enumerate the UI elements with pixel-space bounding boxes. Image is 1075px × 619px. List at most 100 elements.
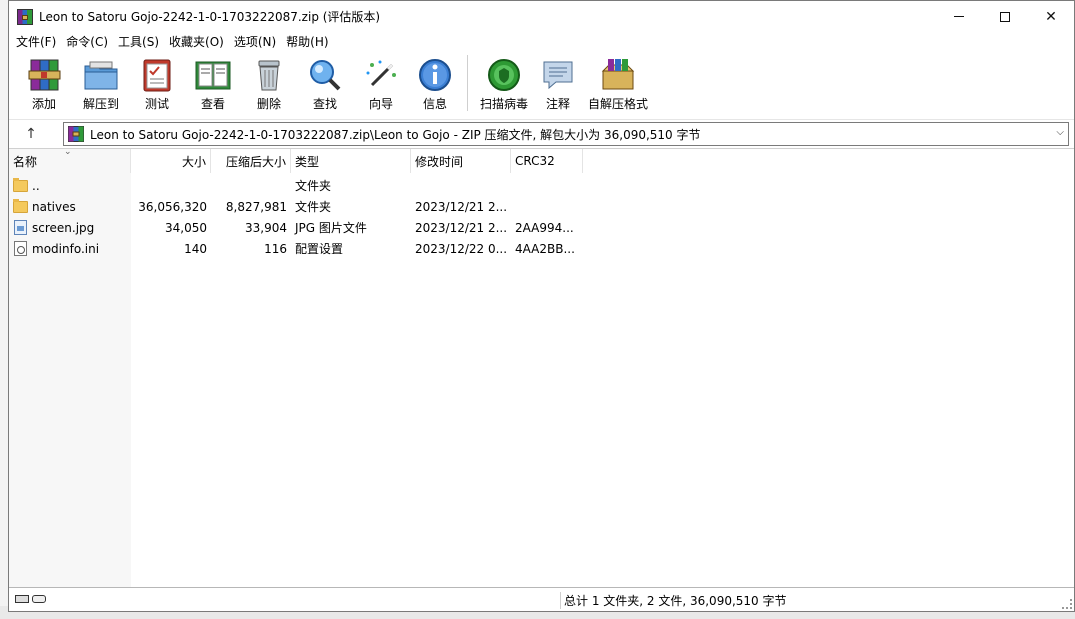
menu-bar: 文件(F) 命令(C) 工具(S) 收藏夹(O) 选项(N) 帮助(H) (9, 32, 1074, 51)
file-size: 34,050 (165, 220, 207, 235)
status-bar: 总计 1 文件夹, 2 文件, 36,090,510 字节 (9, 589, 1074, 611)
maximize-icon (1000, 11, 1010, 22)
info-button[interactable]: 信息 (409, 51, 461, 115)
file-size: 140 (184, 241, 207, 256)
title-bar[interactable]: Leon to Satoru Gojo-2242-1-0-1703222087.… (9, 1, 1074, 32)
column-header: 名称 ⌄ 大小 压缩后大小 类型 修改时间 CRC32 (9, 147, 583, 173)
file-type: 文件夹 (295, 179, 332, 193)
image-file-icon (13, 219, 29, 236)
keyboard-icon[interactable] (15, 595, 29, 603)
folder-icon (13, 178, 29, 194)
sfx-label: 自解压格式 (587, 97, 648, 111)
config-file-icon (13, 240, 29, 257)
winrar-window: Leon to Satoru Gojo-2242-1-0-1703222087.… (8, 0, 1075, 612)
column-modified-label: 修改时间 (415, 154, 464, 169)
up-arrow-icon: ↑ (25, 126, 37, 142)
table-row[interactable]: screen.jpg 34,050 33,904 JPG 图片文件 2023/1… (9, 217, 589, 238)
add-archive-icon (28, 59, 61, 91)
column-header-modified[interactable]: 修改时间 (411, 149, 511, 173)
view-label: 查看 (200, 97, 225, 111)
wizard-label: 向导 (368, 97, 393, 111)
drive-icon[interactable] (32, 595, 46, 603)
add-label: 添加 (31, 97, 56, 111)
comment-button[interactable]: 注释 (534, 51, 582, 115)
column-packed-label: 压缩后大小 (225, 154, 286, 169)
file-name: natives (32, 199, 76, 214)
table-row[interactable]: modinfo.ini 140 116 配置设置 2023/12/22 0...… (9, 238, 589, 259)
up-one-level-button[interactable]: ↑ (17, 123, 45, 145)
file-modified: 2023/12/22 0... (415, 241, 508, 256)
menu-options[interactable]: 选项(N) (229, 33, 281, 50)
maximize-button[interactable] (982, 1, 1028, 32)
info-label: 信息 (422, 97, 447, 111)
table-row[interactable]: natives 36,056,320 8,827,981 文件夹 2023/12… (9, 196, 589, 217)
find-button[interactable]: 查找 (297, 51, 353, 115)
menu-file[interactable]: 文件(F) (11, 33, 61, 50)
test-label: 测试 (144, 97, 169, 111)
menu-help[interactable]: 帮助(H) (281, 33, 333, 50)
info-icon (419, 59, 451, 91)
extract-folder-icon (84, 61, 118, 90)
file-type: JPG 图片文件 (295, 221, 367, 235)
trash-icon (258, 60, 280, 91)
delete-button[interactable]: 删除 (241, 51, 297, 115)
file-packed-size: 116 (264, 241, 287, 256)
minimize-button[interactable] (936, 1, 982, 32)
file-type: 配置设置 (295, 242, 344, 256)
column-header-size[interactable]: 大小 (131, 149, 211, 173)
file-type: 文件夹 (295, 200, 332, 214)
extract-to-label: 解压到 (82, 97, 119, 111)
file-list[interactable]: 名称 ⌄ 大小 压缩后大小 类型 修改时间 CRC32 .. 文件夹 nativ… (9, 147, 1074, 588)
find-label: 查找 (312, 97, 337, 111)
file-crc: 4AA2BB... (515, 241, 575, 256)
resize-grip-icon[interactable] (1062, 599, 1072, 609)
status-summary: 总计 1 文件夹, 2 文件, 36,090,510 字节 (564, 593, 787, 608)
extract-to-button[interactable]: 解压到 (73, 51, 129, 115)
column-crc-label: CRC32 (515, 154, 555, 168)
file-modified: 2023/12/21 2... (415, 199, 508, 214)
sfx-button[interactable]: 自解压格式 (582, 51, 654, 115)
file-name: .. (32, 178, 40, 193)
search-icon (310, 60, 341, 91)
file-modified: 2023/12/21 2... (415, 220, 508, 235)
background-app-strip (0, 0, 8, 619)
test-button[interactable]: 测试 (129, 51, 185, 115)
wizard-button[interactable]: 向导 (353, 51, 409, 115)
virus-scan-label: 扫描病毒 (479, 97, 528, 111)
menu-commands[interactable]: 命令(C) (61, 33, 113, 50)
column-header-crc[interactable]: CRC32 (511, 149, 583, 173)
chevron-down-icon[interactable]: ⌵ (1056, 127, 1064, 138)
menu-favorites[interactable]: 收藏夹(O) (164, 33, 229, 50)
file-crc: 2AA994... (515, 220, 574, 235)
window-title: Leon to Satoru Gojo-2242-1-0-1703222087.… (39, 10, 381, 24)
close-button[interactable]: ✕ (1028, 1, 1074, 32)
winrar-app-icon[interactable] (17, 8, 33, 25)
archive-icon (68, 126, 84, 142)
add-button[interactable]: 添加 (15, 51, 73, 115)
file-packed-size: 8,827,981 (225, 199, 287, 214)
minimize-icon (954, 16, 964, 17)
file-packed-size: 33,904 (245, 220, 287, 235)
file-name: modinfo.ini (32, 241, 100, 256)
column-name-label: 名称 (13, 154, 38, 169)
sort-indicator-icon: ⌄ (64, 147, 72, 157)
virus-scan-icon (488, 59, 520, 91)
self-extracting-icon (601, 59, 635, 90)
comment-label: 注释 (545, 97, 570, 111)
archive-path-combobox[interactable]: Leon to Satoru Gojo-2242-1-0-1703222087.… (63, 122, 1069, 146)
address-bar: ↑ Leon to Satoru Gojo-2242-1-0-170322208… (9, 119, 1074, 147)
table-row[interactable]: .. 文件夹 (9, 175, 589, 196)
comment-icon (543, 61, 573, 90)
view-book-icon (195, 61, 231, 90)
menu-tools[interactable]: 工具(S) (113, 33, 164, 50)
view-button[interactable]: 查看 (185, 51, 241, 115)
virus-scan-button[interactable]: 扫描病毒 (474, 51, 534, 115)
file-name: screen.jpg (32, 220, 95, 235)
magic-wand-icon (366, 60, 396, 87)
delete-label: 删除 (256, 97, 281, 111)
toolbar-separator (467, 55, 468, 111)
close-icon: ✕ (1045, 8, 1057, 25)
column-header-name[interactable]: 名称 ⌄ (9, 147, 131, 173)
column-header-packed[interactable]: 压缩后大小 (211, 149, 291, 173)
column-header-type[interactable]: 类型 (291, 149, 411, 173)
